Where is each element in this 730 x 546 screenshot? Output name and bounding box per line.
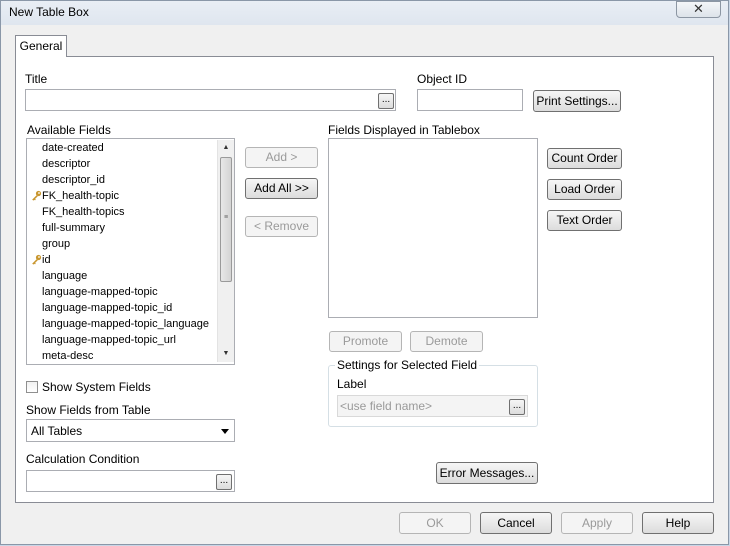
close-button[interactable]: ✕ [676, 1, 721, 18]
field-label-ellipsis-button[interactable]: ... [509, 399, 525, 415]
apply-button[interactable]: Apply [561, 512, 633, 534]
list-item[interactable]: language-mapped-topic [42, 284, 158, 300]
list-item[interactable]: language [42, 268, 87, 284]
fields-displayed-label: Fields Displayed in Tablebox [328, 123, 480, 137]
list-item[interactable]: language-mapped-topic_url [42, 332, 176, 348]
fields-displayed-list[interactable] [328, 138, 538, 318]
list-item[interactable]: FK_health-topic [42, 188, 119, 204]
scroll-down-icon[interactable]: ▼ [218, 346, 234, 362]
calculation-condition-label: Calculation Condition [26, 452, 140, 466]
field-label-placeholder: <use field name> [340, 399, 433, 413]
scroll-up-icon[interactable]: ▲ [218, 140, 234, 156]
list-item[interactable]: FK_health-topics [42, 204, 125, 220]
dropdown-arrow-icon [221, 429, 229, 434]
list-item[interactable]: group [42, 236, 70, 252]
calculation-condition-input[interactable] [26, 470, 235, 492]
calculation-condition-ellipsis-button[interactable]: ... [216, 474, 232, 490]
count-order-button[interactable]: Count Order [547, 148, 622, 169]
load-order-button[interactable]: Load Order [547, 179, 622, 200]
title-label: Title [25, 72, 48, 86]
new-table-box-dialog: New Table Box ✕ General Title ... Object… [0, 0, 729, 545]
list-item[interactable]: date-created [42, 140, 104, 156]
list-item[interactable]: id [42, 252, 51, 268]
object-id-label: Object ID [417, 72, 468, 86]
show-fields-from-table-label: Show Fields from Table [26, 403, 151, 417]
help-button[interactable]: Help [642, 512, 714, 534]
selected-field-settings-title: Settings for Selected Field [335, 358, 480, 372]
list-item[interactable]: descriptor_id [42, 172, 105, 188]
list-item[interactable]: language-mapped-topic_id [42, 300, 172, 316]
show-fields-from-table-select[interactable]: All Tables [26, 419, 235, 442]
available-fields-scrollbar[interactable]: ▲ ≡ ▼ [217, 140, 234, 362]
show-system-fields-label: Show System Fields [42, 380, 151, 394]
grip-icon: ≡ [224, 214, 229, 221]
list-item[interactable]: language-mapped-topic_language [42, 316, 209, 332]
demote-button[interactable]: Demote [410, 331, 483, 352]
list-item[interactable]: full-summary [42, 220, 105, 236]
text-order-button[interactable]: Text Order [547, 210, 622, 231]
key-icon [32, 254, 42, 265]
cancel-button[interactable]: Cancel [480, 512, 552, 534]
ok-button[interactable]: OK [399, 512, 471, 534]
available-fields-list[interactable]: ▲ ≡ ▼ date-created descriptor descriptor_i… [26, 138, 235, 365]
title-bar: New Table Box ✕ [1, 1, 728, 25]
available-fields-label: Available Fields [27, 123, 111, 137]
add-button[interactable]: Add > [245, 147, 318, 168]
print-settings-button[interactable]: Print Settings... [533, 90, 621, 112]
add-all-button[interactable]: Add All >> [245, 178, 318, 199]
title-ellipsis-button[interactable]: ... [378, 93, 394, 109]
field-label-input[interactable]: <use field name> [337, 395, 528, 417]
tab-general[interactable]: General [15, 35, 67, 57]
remove-button[interactable]: < Remove [245, 216, 318, 237]
field-label-label: Label [337, 377, 367, 391]
list-item[interactable]: meta-desc [42, 348, 93, 364]
window-title: New Table Box [9, 5, 89, 19]
show-system-fields-checkbox[interactable] [26, 381, 38, 393]
key-icon [32, 190, 42, 201]
general-panel: Title ... Object ID Print Settings... Av… [15, 56, 714, 503]
close-icon: ✕ [693, 1, 704, 16]
object-id-input[interactable] [417, 89, 523, 111]
error-messages-button[interactable]: Error Messages... [436, 462, 538, 484]
title-input[interactable] [25, 89, 396, 111]
list-item[interactable]: descriptor [42, 156, 90, 172]
promote-button[interactable]: Promote [329, 331, 402, 352]
show-fields-from-table-value: All Tables [31, 424, 83, 438]
scrollbar-thumb[interactable]: ≡ [220, 157, 232, 282]
